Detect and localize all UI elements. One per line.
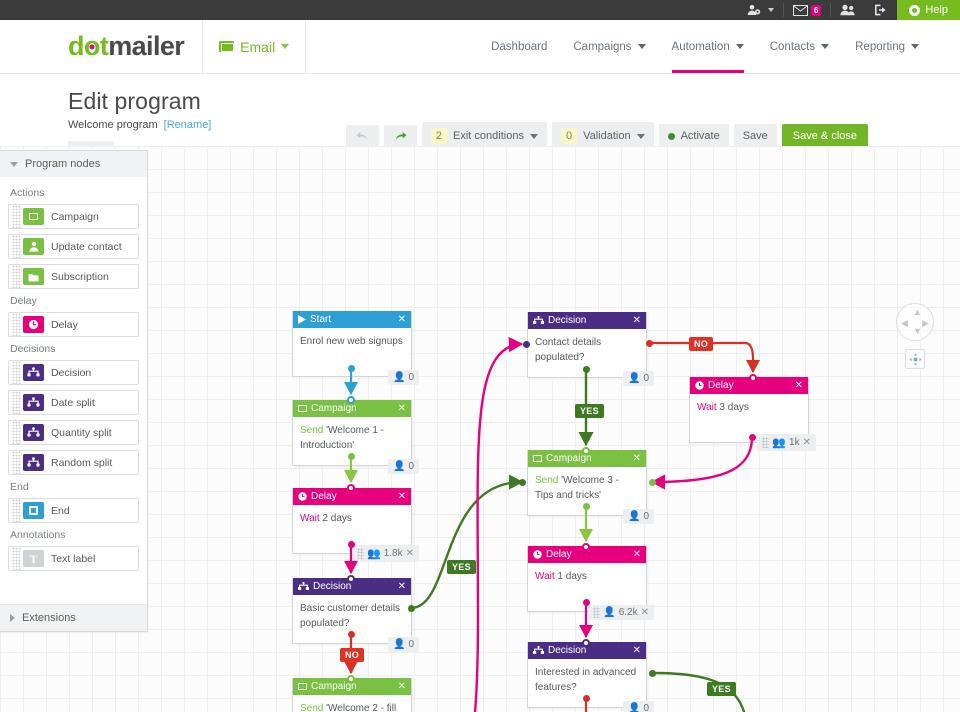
- nav-label: Campaigns: [573, 40, 632, 53]
- port-out[interactable]: [749, 434, 756, 441]
- port-in[interactable]: [347, 675, 355, 683]
- port-out[interactable]: [348, 365, 355, 372]
- help-icon: [909, 4, 921, 16]
- brand-logo[interactable]: d o t mailer: [0, 20, 202, 73]
- port-out[interactable]: [583, 503, 590, 510]
- validation-label: Validation: [583, 130, 631, 142]
- program-name: Welcome program: [68, 119, 158, 131]
- activate-button[interactable]: Activate: [658, 124, 729, 148]
- port-in[interactable]: [582, 543, 590, 551]
- contacts-shortcut[interactable]: [831, 0, 865, 20]
- chevron-down-icon: [821, 44, 830, 49]
- logout-button[interactable]: [865, 0, 897, 20]
- chevron-down-icon: [529, 133, 538, 139]
- users-icon: [840, 4, 856, 16]
- undo-button[interactable]: [345, 124, 379, 148]
- rename-link[interactable]: [Rename]: [164, 119, 212, 131]
- port-in[interactable]: [519, 479, 526, 486]
- help-button[interactable]: Help: [897, 0, 960, 20]
- chevron-down-icon: [281, 44, 290, 49]
- activate-label: Activate: [680, 130, 720, 142]
- redo-button[interactable]: [383, 124, 417, 148]
- chevron-down-icon: [637, 44, 646, 49]
- channel-selector[interactable]: Email: [202, 20, 307, 73]
- chevron-down-icon: [636, 133, 645, 139]
- status-dot-icon: [667, 132, 675, 140]
- chevron-down-icon: [911, 44, 919, 49]
- utility-bar: 6 Help: [0, 0, 960, 20]
- port-out[interactable]: [408, 605, 415, 612]
- main-navbar: d o t mailer Email Dashboard Campaigns Auto…: [0, 20, 960, 74]
- port-out[interactable]: [646, 340, 653, 347]
- port-in[interactable]: [347, 575, 355, 583]
- save-and-close-button[interactable]: Save & close: [781, 124, 868, 148]
- nav-item-campaigns[interactable]: Campaigns: [560, 20, 658, 73]
- brand-d: d: [68, 31, 85, 61]
- port-in[interactable]: [582, 447, 590, 455]
- account-menu[interactable]: [738, 0, 783, 20]
- chevron-down-icon: [735, 44, 744, 49]
- edge-label-yes: YES: [707, 682, 736, 696]
- port-out[interactable]: [348, 631, 355, 638]
- port-out[interactable]: [348, 541, 355, 548]
- port-in[interactable]: [347, 484, 355, 492]
- edge-label-no: NO: [340, 648, 365, 662]
- exit-conditions-label: Exit conditions: [453, 130, 524, 142]
- validation-count: 0: [560, 128, 578, 144]
- brand-mailer: mailer: [108, 31, 185, 61]
- messages-menu[interactable]: 6: [784, 0, 830, 20]
- primary-nav: Dashboard Campaigns Automation Contacts …: [478, 20, 960, 73]
- page-title: Edit program: [68, 88, 201, 114]
- nav-item-automation[interactable]: Automation: [659, 20, 757, 73]
- undo-arrow-icon: [356, 131, 367, 140]
- messages-badge: 6: [810, 4, 822, 16]
- nav-label: Dashboard: [491, 40, 548, 53]
- port-in[interactable]: [582, 639, 590, 647]
- edge-label-yes: YES: [575, 404, 604, 418]
- nav-item-contacts[interactable]: Contacts: [757, 20, 842, 73]
- user-gear-icon: [747, 4, 761, 16]
- edge-label-yes: YES: [447, 560, 476, 574]
- program-canvas[interactable]: Start ✕ Enrol new web signups 👤 0 Campai…: [0, 146, 960, 712]
- nav-item-dashboard[interactable]: Dashboard: [478, 20, 560, 73]
- brand-o: o: [83, 31, 101, 61]
- port-out[interactable]: [583, 695, 590, 702]
- edge-label-no: NO: [689, 337, 714, 351]
- nav-item-reporting[interactable]: Reporting: [842, 20, 932, 73]
- channel-label: Email: [240, 38, 276, 55]
- nav-label: Automation: [671, 40, 730, 53]
- port-in[interactable]: [749, 374, 757, 382]
- envelope-icon: [792, 4, 808, 16]
- brand-t: t: [99, 31, 109, 61]
- connector-layer: [343, 336, 761, 712]
- port-out[interactable]: [583, 599, 590, 606]
- nav-label: Contacts: [769, 40, 816, 53]
- save-button[interactable]: Save: [733, 124, 777, 148]
- port-in[interactable]: [347, 396, 355, 404]
- port-in[interactable]: [649, 479, 656, 486]
- exit-conditions-count: 2: [430, 128, 448, 144]
- logout-icon: [874, 4, 888, 16]
- redo-arrow-icon: [395, 131, 407, 140]
- nav-label: Reporting: [855, 40, 905, 53]
- port-out[interactable]: [583, 366, 590, 373]
- port-out[interactable]: [649, 670, 656, 677]
- port-out[interactable]: [348, 453, 355, 460]
- email-icon: [219, 41, 235, 52]
- port-in[interactable]: [523, 341, 530, 348]
- help-label: Help: [925, 4, 948, 16]
- chevron-down-icon: [767, 8, 774, 12]
